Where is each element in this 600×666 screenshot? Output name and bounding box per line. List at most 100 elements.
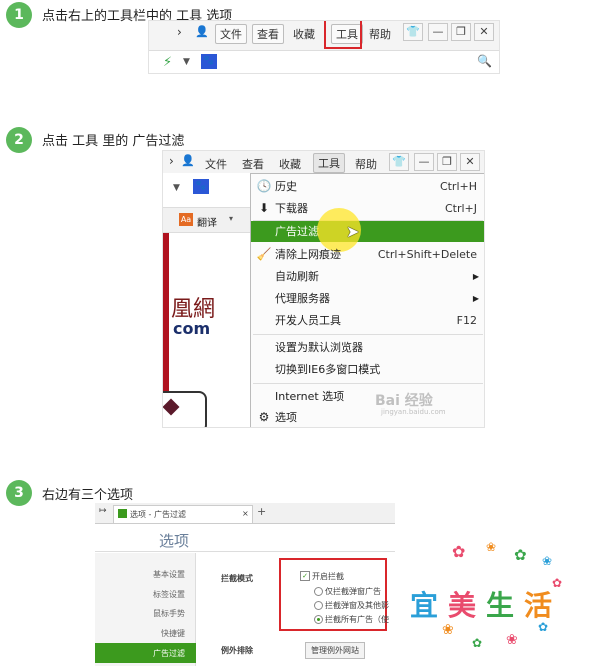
- tab-back-icon[interactable]: ↦: [99, 506, 107, 516]
- menu-help[interactable]: 帮助: [369, 26, 391, 42]
- flower-decoration-icon: ❀: [542, 554, 553, 568]
- flower-decoration-icon: ❀: [442, 622, 454, 638]
- close-button[interactable]: ✕: [474, 23, 494, 41]
- new-tab-button[interactable]: +: [257, 505, 266, 518]
- eraser-icon: 🧹: [256, 247, 272, 261]
- menu-view[interactable]: 查看: [242, 156, 264, 172]
- baidu-paw-icon[interactable]: 🐾: [193, 179, 209, 194]
- restore-button[interactable]: ❐: [451, 23, 471, 41]
- menu-item-proxy[interactable]: 代理服务器 ▶: [251, 288, 484, 309]
- baidu-watermark-url: jingyan.baidu.com: [381, 408, 446, 416]
- tools-highlight-box: [324, 21, 362, 49]
- tab-close-icon[interactable]: ×: [242, 509, 249, 518]
- download-icon: ⬇: [258, 201, 270, 215]
- user-avatar-icon[interactable]: 👤: [195, 25, 209, 38]
- sidebar-item-gestures[interactable]: 鼠标手势: [153, 608, 185, 619]
- restore-button[interactable]: ❐: [437, 153, 457, 171]
- logo-char-2: 美: [448, 589, 477, 622]
- menu-file[interactable]: 文件: [205, 156, 227, 172]
- options-window-screenshot: ↦ 选项 - 广告过滤 × + 选项 基本设置 标签设置 鼠标手势 快捷键 广告…: [95, 503, 395, 666]
- menu-item-downloader[interactable]: ⬇ 下载器 Ctrl+J: [251, 198, 484, 219]
- sidebar-item-ad-filter-label: 广告过滤: [153, 649, 185, 658]
- menu-tools[interactable]: 工具: [313, 153, 345, 173]
- menu-favorites[interactable]: 收藏: [293, 26, 315, 42]
- tab-title: 选项 - 广告过滤: [130, 510, 186, 519]
- dropdown-icon[interactable]: ▼: [173, 183, 180, 193]
- sidebar-item-basic[interactable]: 基本设置: [153, 569, 185, 580]
- radio-popup-and-other[interactable]: [314, 601, 323, 610]
- nav-forward-icon[interactable]: ›: [169, 154, 174, 168]
- menu-file[interactable]: 文件: [215, 24, 247, 44]
- address-bar[interactable]: ⚡ ▼ 🐾 🔍: [149, 50, 499, 73]
- radio-all-ads[interactable]: [314, 615, 323, 624]
- translate-icon[interactable]: Aa: [179, 213, 193, 226]
- sidebar-item-tabs[interactable]: 标签设置: [153, 589, 185, 600]
- menu-item-clear-history[interactable]: 🧹 清除上网痕迹 Ctrl+Shift+Delete: [251, 244, 484, 265]
- search-icon[interactable]: 🔍: [477, 54, 492, 68]
- flower-decoration-icon: ✿: [514, 546, 527, 564]
- baidu-paw-icon[interactable]: 🐾: [201, 54, 217, 69]
- menu-item-ad-filter[interactable]: 广告过滤: [251, 221, 484, 242]
- sidebar-item-shortcuts[interactable]: 快捷键: [161, 628, 185, 639]
- menu-item-ie6-mode[interactable]: 切换到IE6多窗口模式: [251, 359, 484, 380]
- tshirt-icon[interactable]: 👕: [403, 23, 423, 41]
- block-mode-label: 拦截模式: [221, 574, 253, 583]
- tools-dropdown-menu: 🕓 历史 Ctrl+H ⬇ 下载器 Ctrl+J 广告过滤 ➤ 🧹 清除上网痕迹…: [250, 173, 484, 427]
- site-logo-domain: com: [173, 319, 211, 338]
- menu-item-auto-refresh[interactable]: 自动刷新 ▶: [251, 266, 484, 287]
- menu-separator: [253, 334, 483, 335]
- mouse-cursor-icon: ➤: [346, 222, 360, 241]
- submenu-arrow-icon: ▶: [472, 272, 479, 281]
- clock-icon: 🕓: [256, 179, 272, 193]
- radio-popup-and-other-label: 拦截弹窗及其他影: [325, 601, 389, 610]
- menu-item-history[interactable]: 🕓 历史 Ctrl+H: [251, 176, 484, 197]
- tshirt-icon[interactable]: 👕: [389, 153, 409, 171]
- tab-strip: ↦ 选项 - 广告过滤 × +: [95, 503, 395, 524]
- menu-help[interactable]: 帮助: [355, 156, 377, 172]
- dropdown-icon[interactable]: ▼: [183, 57, 190, 67]
- enable-block-label: 开启拦截: [312, 572, 344, 581]
- options-heading: 选项: [159, 532, 190, 550]
- browser-toolbar-screenshot-1: › 👤 文件 查看 收藏 工具 帮助 👕 — ❐ ✕ ⚡ ▼ 🐾 🔍: [148, 20, 500, 74]
- sidebar-item-ad-filter[interactable]: 广告过滤: [95, 643, 196, 663]
- step-2-text: 点击 工具 里的 广告过滤: [42, 134, 185, 149]
- menu-item-internet-options[interactable]: Internet 选项: [251, 386, 484, 407]
- flower-decoration-icon: ✿: [472, 636, 483, 650]
- minimize-button[interactable]: —: [414, 153, 434, 171]
- toolbar-row: › 👤 文件 查看 收藏 工具 帮助 👕 — ❐ ✕: [163, 151, 484, 173]
- step-3-badge: 3: [6, 480, 32, 506]
- flower-decoration-icon: ❀: [486, 540, 497, 554]
- menu-item-set-default[interactable]: 设置为默认浏览器: [251, 337, 484, 358]
- enable-block-checkbox[interactable]: ✓: [300, 571, 310, 581]
- minimize-button[interactable]: —: [428, 23, 448, 41]
- tab-favicon: [118, 509, 127, 518]
- menu-favorites[interactable]: 收藏: [279, 156, 301, 172]
- menu-separator: [253, 383, 483, 384]
- flower-decoration-icon: ❀: [506, 632, 518, 648]
- menu-item-options[interactable]: ⚙ 选项: [251, 407, 484, 427]
- tab-options[interactable]: 选项 - 广告过滤 ×: [113, 505, 253, 523]
- tools-menu-screenshot: › 👤 文件 查看 收藏 工具 帮助 👕 — ❐ ✕ ▼ 🐾 Aa 翻译 ▾ 凰…: [162, 150, 485, 428]
- menu-view[interactable]: 查看: [252, 24, 284, 44]
- step-2-badge: 2: [6, 127, 32, 153]
- translate-button[interactable]: 翻译: [197, 214, 217, 229]
- logo-char-4: 活: [524, 589, 553, 622]
- flower-decoration-icon: ✿: [552, 576, 563, 590]
- menu-item-dev-tools[interactable]: 开发人员工具 F12: [251, 310, 484, 331]
- radio-popup-only[interactable]: [314, 587, 323, 596]
- user-avatar-icon[interactable]: 👤: [181, 154, 195, 167]
- manage-exceptions-button[interactable]: 管理例外网站: [305, 642, 365, 659]
- step-1-badge: 1: [6, 2, 32, 28]
- logo-char-1: 宜: [410, 589, 439, 622]
- gear-icon: ⚙: [258, 410, 270, 424]
- close-button[interactable]: ✕: [460, 153, 480, 171]
- flower-decoration-icon: ✿: [452, 542, 466, 561]
- baidu-watermark: Bai 经验: [375, 393, 433, 409]
- step-3-text: 右边有三个选项: [42, 488, 134, 503]
- exceptions-label: 例外排除: [221, 646, 253, 655]
- lightning-icon: ⚡: [163, 55, 173, 70]
- radio-popup-only-label: 仅拦截弹窗广告: [325, 587, 381, 596]
- heading-divider: [95, 551, 395, 552]
- nav-forward-icon[interactable]: ›: [177, 25, 182, 39]
- translate-dropdown-icon[interactable]: ▾: [229, 214, 233, 223]
